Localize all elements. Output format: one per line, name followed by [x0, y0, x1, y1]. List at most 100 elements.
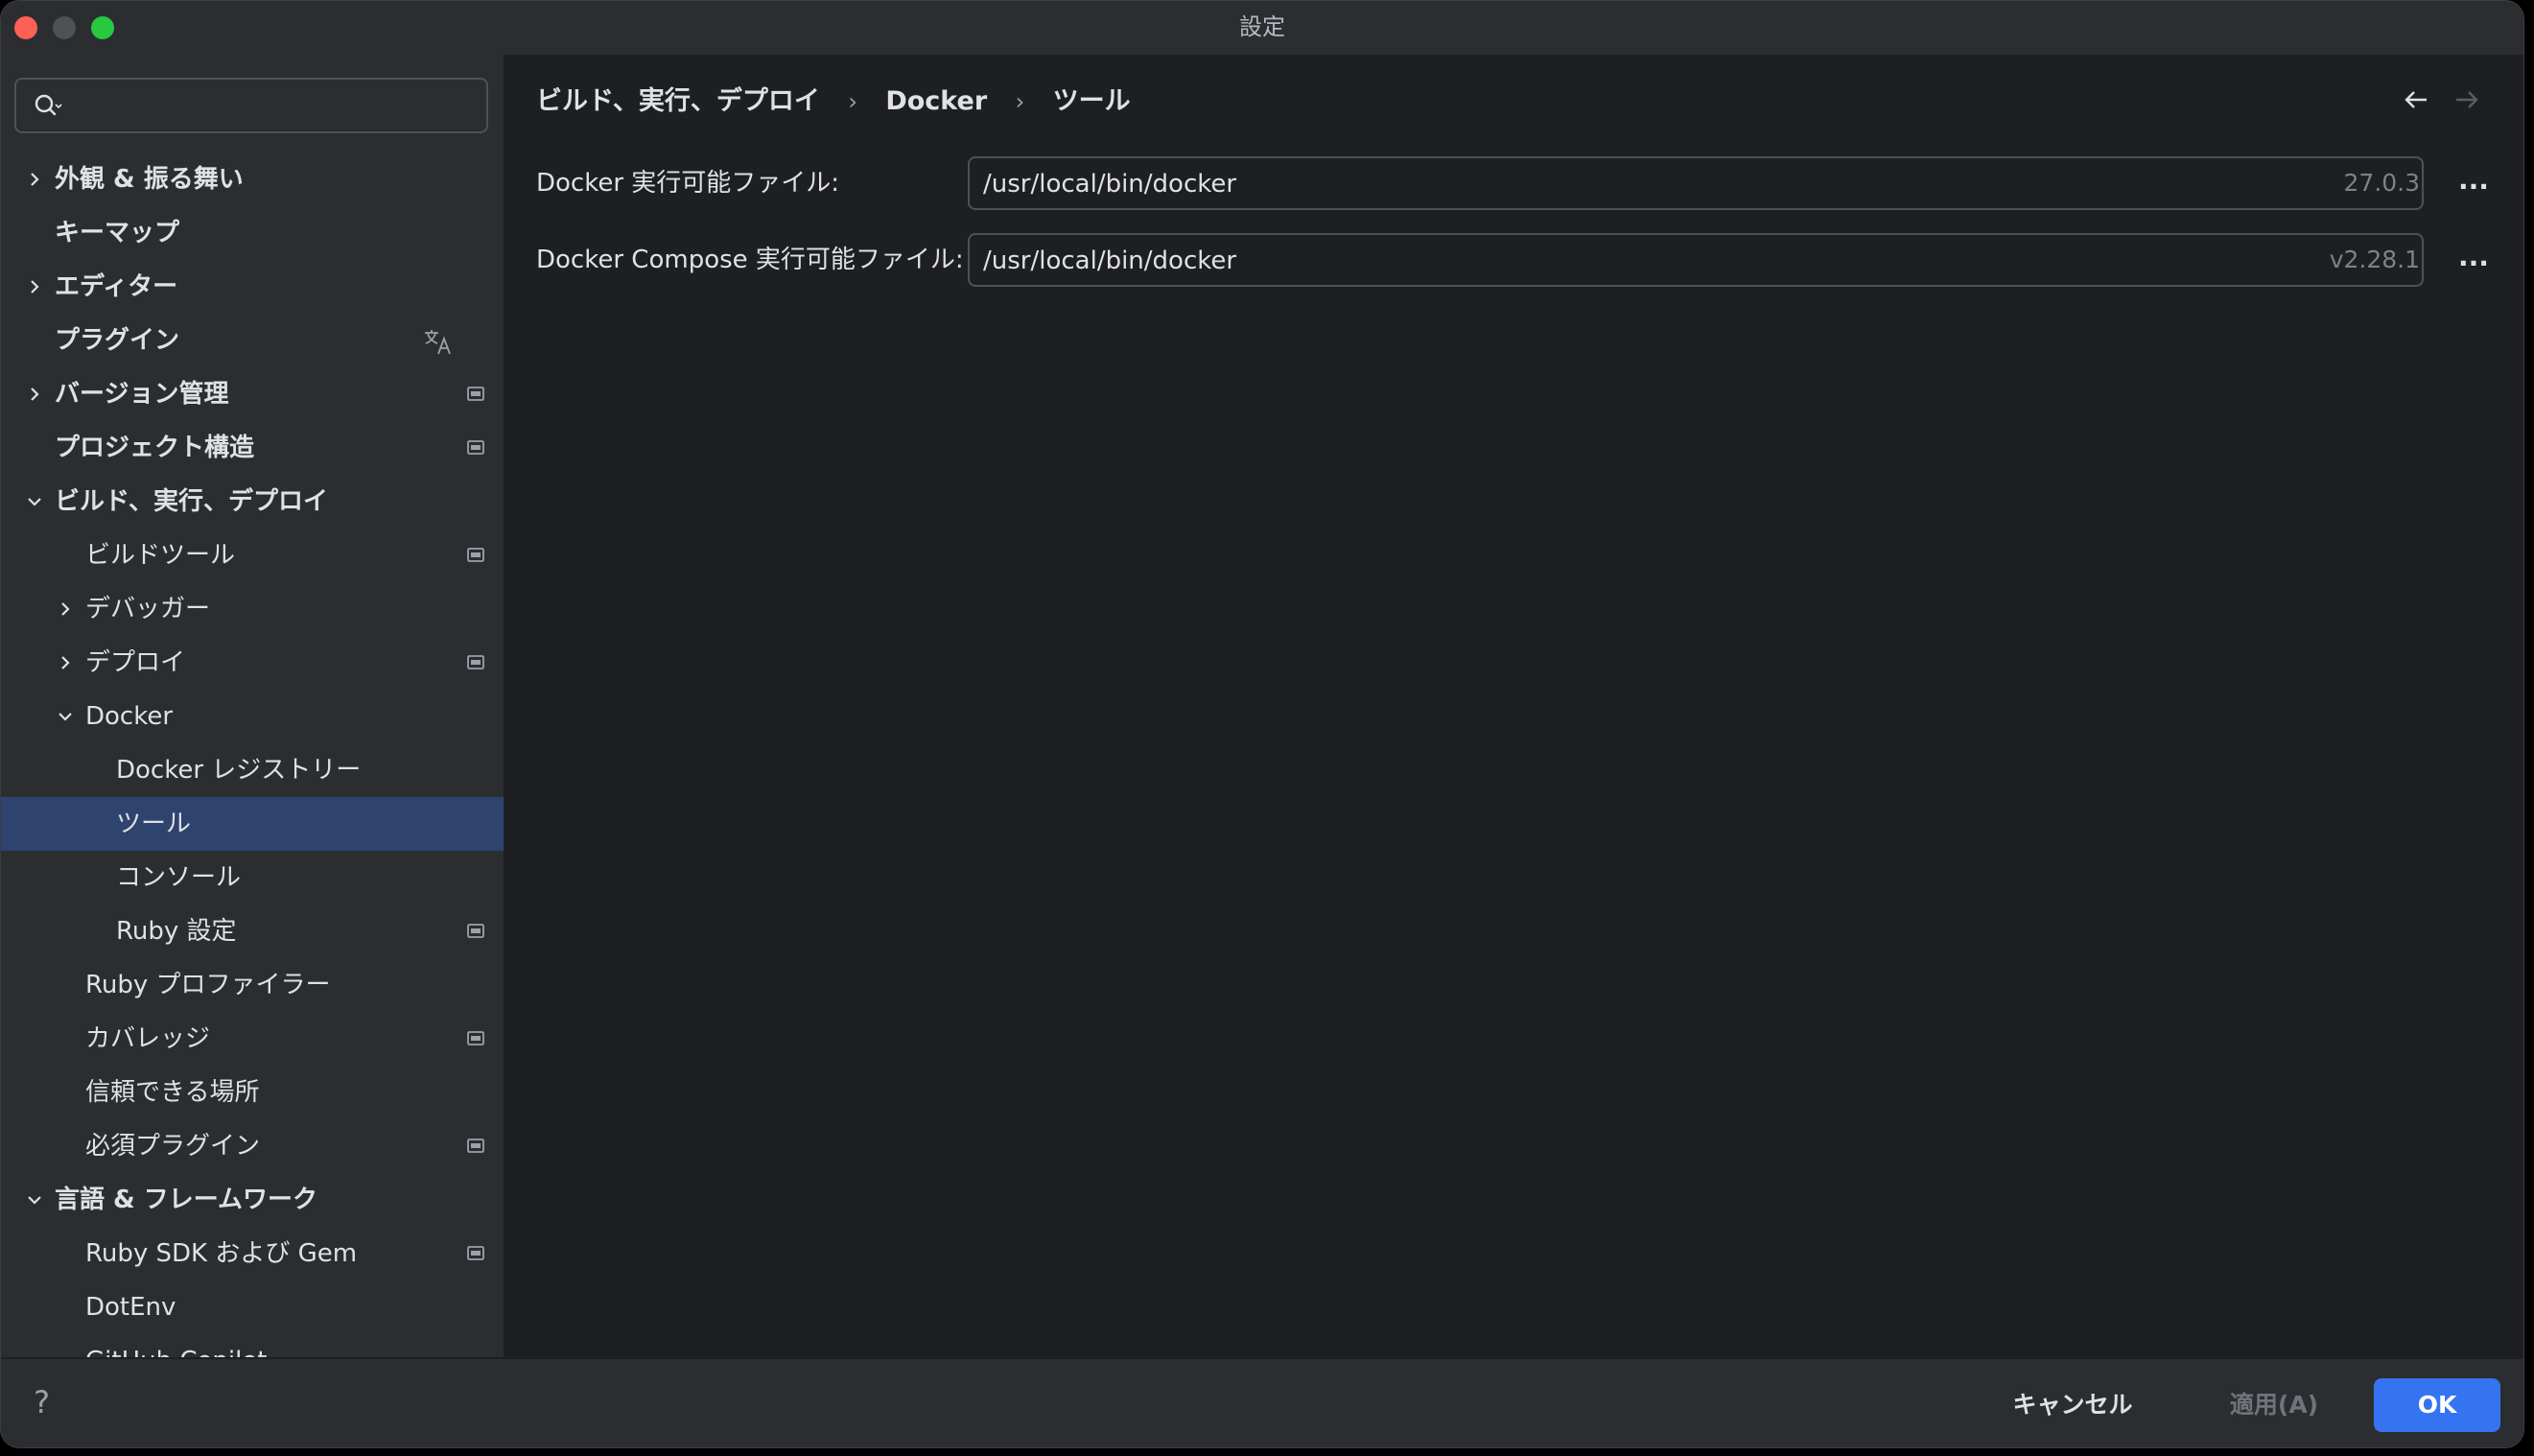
- breadcrumb-item[interactable]: Docker: [885, 82, 987, 121]
- sidebar-item-required-plugins[interactable]: 必須プラグイン: [1, 1119, 504, 1173]
- sidebar-item-label: 言語 & フレームワーク: [55, 1186, 317, 1214]
- sidebar-item-label: 必須プラグイン: [85, 1132, 261, 1161]
- sidebar-item-debugger[interactable]: デバッガー: [1, 582, 504, 636]
- sidebar-item-console[interactable]: コンソール: [1, 851, 504, 904]
- sidebar-item-docker[interactable]: Docker: [1, 690, 504, 743]
- sidebar-item-appearance[interactable]: 外観 & 振る舞い: [1, 153, 504, 206]
- sidebar-item-dotenv[interactable]: DotEnv: [1, 1280, 504, 1334]
- back-arrow-icon[interactable]: [2404, 89, 2428, 110]
- sidebar-item-label: ツール: [116, 810, 192, 838]
- help-button[interactable]: ?: [34, 1384, 50, 1421]
- sidebar-item-label: Docker: [85, 702, 174, 731]
- breadcrumb-separator-icon: ›: [848, 87, 857, 115]
- sidebar-item-label: Docker レジストリー: [116, 756, 362, 785]
- settings-search[interactable]: [14, 78, 488, 133]
- search-input[interactable]: [74, 87, 477, 124]
- sidebar-item-label: デプロイ: [85, 648, 186, 677]
- sidebar-item-deployment[interactable]: デプロイ: [1, 636, 504, 690]
- sidebar-item-label: 外観 & 振る舞い: [55, 165, 244, 194]
- close-window-button[interactable]: [14, 16, 37, 39]
- breadcrumb-item: ツール: [1052, 85, 1131, 116]
- project-level-icon: [467, 1246, 484, 1260]
- docker-executable-row: Docker 実行可能ファイル: 27.0.3 ...: [536, 156, 2512, 210]
- sidebar-item-ruby-sdk-gems[interactable]: Ruby SDK および Gem: [1, 1227, 504, 1280]
- chevron-right-icon[interactable]: [26, 171, 43, 188]
- sidebar-item-label: プラグイン: [55, 326, 180, 355]
- sidebar-item-ruby-profiler[interactable]: Ruby プロファイラー: [1, 958, 504, 1012]
- sidebar-item-label: プロジェクト構造: [55, 434, 255, 462]
- docker-compose-executable-input[interactable]: [983, 243, 2134, 279]
- sidebar-item-editor[interactable]: エディター: [1, 260, 504, 314]
- title-bar: 設定: [1, 1, 2523, 55]
- breadcrumb-item[interactable]: ビルド、実行、デプロイ: [536, 82, 820, 121]
- docker-compose-version-hint: v2.28.1: [2329, 246, 2420, 273]
- docker-browse-button[interactable]: ...: [2452, 156, 2495, 210]
- sidebar-item-build-tools[interactable]: ビルドツール: [1, 528, 504, 582]
- forward-arrow-icon[interactable]: [2454, 89, 2479, 110]
- minimize-window-button[interactable]: [53, 16, 76, 39]
- docker-version-hint: 27.0.3: [2343, 169, 2420, 197]
- docker-compose-browse-button[interactable]: ...: [2452, 233, 2495, 287]
- chevron-down-icon[interactable]: [26, 493, 43, 510]
- sidebar-item-label: エディター: [55, 272, 178, 301]
- docker-executable-field[interactable]: 27.0.3: [968, 156, 2424, 210]
- sidebar-item-coverage[interactable]: カバレッジ: [1, 1012, 504, 1066]
- sidebar-item-trusted-locations[interactable]: 信頼できる場所: [1, 1066, 504, 1119]
- settings-sidebar: 外観 & 振る舞い キーマップエディタープラグインバージョン管理 プロジェクト構造ビ…: [1, 55, 504, 1357]
- project-level-icon: [467, 387, 484, 401]
- docker-executable-label: Docker 実行可能ファイル:: [536, 169, 840, 198]
- project-level-icon: [467, 548, 484, 562]
- maximize-window-button[interactable]: [91, 16, 114, 39]
- sidebar-item-label: ビルドツール: [85, 541, 236, 570]
- sidebar-item-label: カバレッジ: [85, 1024, 211, 1053]
- sidebar-item-label: ビルド、実行、デプロイ: [55, 487, 328, 516]
- ok-button[interactable]: OK: [2374, 1378, 2500, 1432]
- sidebar-item-build-execution-deployment[interactable]: ビルド、実行、デプロイ: [1, 475, 504, 528]
- settings-content: ビルド、実行、デプロイ › Docker › ツール Docker 実行可能ファ…: [504, 55, 2523, 1357]
- sidebar-item-docker-registry[interactable]: Docker レジストリー: [1, 743, 504, 797]
- sidebar-item-label: DotEnv: [85, 1293, 176, 1322]
- sidebar-item-label: Ruby プロファイラー: [85, 971, 331, 999]
- sidebar-item-label: コンソール: [116, 863, 242, 892]
- docker-executable-input[interactable]: [983, 166, 2134, 202]
- sidebar-item-project-structure[interactable]: プロジェクト構造: [1, 421, 504, 475]
- sidebar-item-label: 信頼できる場所: [85, 1078, 260, 1107]
- project-level-icon: [467, 440, 484, 455]
- history-navigation: [2382, 89, 2479, 110]
- chevron-down-icon[interactable]: [26, 1191, 43, 1209]
- sidebar-item-ruby-settings[interactable]: Ruby 設定: [1, 904, 504, 958]
- sidebar-item-label: Ruby 設定: [116, 917, 237, 946]
- sidebar-item-label: デバッガー: [85, 595, 211, 623]
- settings-tree: 外観 & 振る舞い キーマップエディタープラグインバージョン管理 プロジェクト構造ビ…: [1, 153, 504, 1357]
- chevron-right-icon[interactable]: [57, 600, 74, 618]
- chevron-down-icon[interactable]: [57, 708, 74, 725]
- chevron-right-icon[interactable]: [57, 654, 74, 671]
- sidebar-item-label: GitHub Copilot: [85, 1334, 267, 1357]
- project-level-icon: [467, 655, 484, 669]
- project-level-icon: [467, 1139, 484, 1153]
- sidebar-item-label: バージョン管理: [55, 380, 229, 409]
- apply-button[interactable]: 適用(A): [2197, 1378, 2351, 1432]
- chevron-right-icon[interactable]: [26, 386, 43, 403]
- sidebar-item-label: Ruby SDK および Gem: [85, 1239, 358, 1268]
- breadcrumb-separator-icon: ›: [1015, 87, 1025, 115]
- chevron-right-icon[interactable]: [26, 278, 43, 295]
- translate-icon: [425, 330, 451, 355]
- sidebar-item-plugins[interactable]: プラグイン: [1, 314, 504, 367]
- project-level-icon: [467, 1031, 484, 1045]
- sidebar-item-version-control[interactable]: バージョン管理: [1, 367, 504, 421]
- cancel-button[interactable]: キャンセル: [1996, 1378, 2149, 1432]
- settings-window: 設定 外観 & 振る舞い キーマップエディタープラグインバージョン管理 プロジェクト…: [0, 0, 2524, 1448]
- project-level-icon: [467, 924, 484, 938]
- sidebar-item-github-copilot[interactable]: GitHub Copilot: [1, 1334, 504, 1357]
- sidebar-item-keymap[interactable]: キーマップ: [1, 206, 504, 260]
- sidebar-item-label: キーマップ: [55, 219, 180, 247]
- sidebar-item-languages-frameworks[interactable]: 言語 & フレームワーク: [1, 1173, 504, 1227]
- sidebar-item-tools[interactable]: ツール: [1, 797, 504, 851]
- search-icon: [35, 94, 62, 116]
- docker-compose-executable-row: Docker Compose 実行可能ファイル: v2.28.1 ...: [536, 233, 2512, 287]
- docker-compose-executable-label: Docker Compose 実行可能ファイル:: [536, 246, 964, 274]
- docker-compose-executable-field[interactable]: v2.28.1: [968, 233, 2424, 287]
- window-title: 設定: [1239, 13, 1285, 40]
- breadcrumb: ビルド、実行、デプロイ › Docker › ツール: [536, 82, 1131, 120]
